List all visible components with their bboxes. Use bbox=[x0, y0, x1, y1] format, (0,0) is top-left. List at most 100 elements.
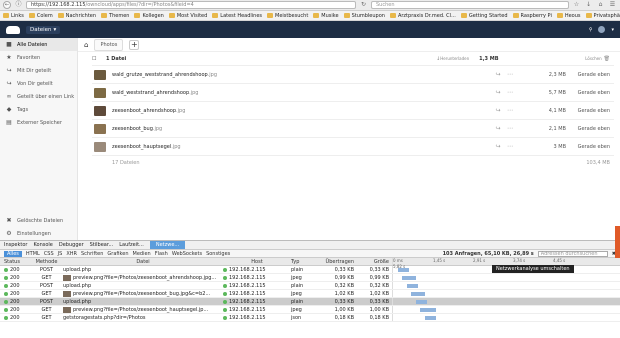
owncloud-logo[interactable] bbox=[6, 25, 20, 34]
share-icon[interactable]: ↪ bbox=[492, 89, 504, 96]
filter-button[interactable]: Flash bbox=[155, 251, 168, 257]
reload-icon[interactable]: ↻ bbox=[359, 1, 368, 9]
file-row[interactable]: zeesenboot_hauptsegel.jpg ↪ ⋯ 3 MB Gerade eb… bbox=[92, 138, 614, 156]
delete-selected-button[interactable]: Löschen bbox=[585, 56, 601, 61]
bookmark-item[interactable]: Themen bbox=[101, 13, 129, 19]
back-icon[interactable]: ← bbox=[3, 1, 11, 9]
select-all-checkbox[interactable]: ☐ bbox=[92, 56, 106, 62]
bookmark-item[interactable]: Meistbesucht bbox=[267, 13, 308, 19]
file-row[interactable]: zeesenboot_bug.jpg ↪ ⋯ 2,1 MB Gerade eben bbox=[92, 120, 614, 138]
devtools-tab[interactable]: Laufzeit... bbox=[119, 242, 144, 248]
bookmark-item[interactable]: Privatsphäre bbox=[585, 13, 620, 19]
col-method[interactable]: Methode bbox=[30, 259, 63, 265]
file-row[interactable]: wald_grutze_weststrand_ahrendshoop.jpg ↪ ⋯… bbox=[92, 66, 614, 84]
nav-item[interactable]: ⚙ Einstellungen bbox=[0, 227, 77, 240]
file-row[interactable]: wald_weststrand_ahrendshoop.jpg ↪ ⋯ 5,7 MB G… bbox=[92, 84, 614, 102]
devtools-tab[interactable]: Konsole bbox=[33, 242, 52, 248]
trash-icon[interactable]: 🗑 bbox=[604, 56, 614, 62]
network-row[interactable]: 200 GET getstoragestats.php?dir=/Photos 192… bbox=[0, 314, 620, 322]
file-name[interactable]: wald_weststrand_ahrendshoop.jpg bbox=[112, 90, 492, 96]
more-icon[interactable]: ⋯ bbox=[504, 71, 516, 78]
home-icon[interactable]: ⌂ bbox=[596, 1, 605, 9]
share-icon[interactable]: ↪ bbox=[492, 143, 504, 150]
search-input[interactable]: Suchen bbox=[371, 1, 569, 9]
bookmark-item[interactable]: Raspberry Pi bbox=[512, 13, 552, 19]
nav-item[interactable]: ∞ Geteilt über einen Link bbox=[0, 90, 77, 103]
nav-item[interactable]: ↪ Mit Dir geteilt bbox=[0, 64, 77, 77]
file-row[interactable]: zeesenboot_ahrendshoop.jpg ↪ ⋯ 4,1 MB Gerade… bbox=[92, 102, 614, 120]
add-button[interactable]: + bbox=[129, 39, 140, 50]
request-status: 200 bbox=[0, 291, 30, 297]
filter-button[interactable]: Grafiken bbox=[107, 251, 128, 257]
filter-button[interactable]: Schriften bbox=[81, 251, 103, 257]
nav-item[interactable]: ✖ Gelöschte Dateien bbox=[0, 214, 77, 227]
avatar[interactable] bbox=[598, 26, 606, 33]
file-basename: wald_weststrand_ahrendshoop bbox=[112, 89, 190, 96]
bookmark-item[interactable]: Stumbleupon bbox=[343, 13, 385, 19]
app-menu[interactable]: Dateien ▾ bbox=[26, 25, 61, 34]
filter-button[interactable]: JS bbox=[58, 251, 63, 257]
bookmark-star-icon[interactable]: ☆ bbox=[572, 1, 581, 9]
lock-icon[interactable]: ⓘ bbox=[14, 1, 23, 9]
col-status[interactable]: Status bbox=[0, 259, 30, 265]
col-type[interactable]: Typ bbox=[291, 259, 317, 265]
nav-item[interactable]: ◆ Tags bbox=[0, 103, 77, 116]
bookmark-item[interactable]: Arztpraxis Dr.med. Cl... bbox=[389, 13, 456, 19]
devtools-tab[interactable]: Debugger bbox=[59, 242, 84, 248]
bookmark-item[interactable]: Kollegen bbox=[134, 13, 164, 19]
breadcrumb[interactable]: Photos bbox=[94, 38, 124, 51]
bookmark-item[interactable]: Links bbox=[3, 13, 24, 19]
filter-button[interactable]: Medien bbox=[133, 251, 151, 257]
downloads-icon[interactable]: ↓ bbox=[584, 1, 593, 9]
download-selected-button[interactable]: Herunterladen bbox=[440, 56, 469, 61]
bookmark-item[interactable]: Most Visited bbox=[168, 13, 207, 19]
more-icon[interactable]: ⋯ bbox=[504, 89, 516, 96]
col-domain[interactable]: Host bbox=[223, 259, 291, 265]
devtools-tab[interactable]: Netzwe... bbox=[149, 241, 186, 249]
share-icon[interactable]: ↪ bbox=[492, 125, 504, 132]
file-name[interactable]: zeesenboot_hauptsegel.jpg bbox=[112, 144, 492, 150]
request-size: 0,18 KB bbox=[369, 314, 389, 321]
url-bar[interactable]: https://192.168.2.115/owncloud/apps/file… bbox=[26, 1, 356, 9]
menu-icon[interactable]: ☰ bbox=[608, 1, 617, 9]
nav-item[interactable]: ↪ Von Dir geteilt bbox=[0, 77, 77, 90]
bookmark-item[interactable]: Getting Started bbox=[460, 13, 508, 19]
filter-button[interactable]: Alles bbox=[4, 250, 22, 257]
file-thumbnail bbox=[94, 141, 106, 152]
nav-item[interactable]: ■ Alle Dateien bbox=[0, 38, 77, 51]
filter-button[interactable]: XHR bbox=[66, 251, 77, 257]
file-name[interactable]: wald_grutze_weststrand_ahrendshoop.jpg bbox=[112, 72, 492, 78]
col-file[interactable]: Datei bbox=[63, 259, 223, 265]
user-chevron-icon[interactable]: ▾ bbox=[611, 27, 614, 33]
search-icon[interactable]: ⚲ bbox=[589, 27, 593, 33]
network-row[interactable]: 200 POST upload.php 192.168.2.115 plain 0,32 … bbox=[0, 282, 620, 290]
filter-button[interactable]: Sonstiges bbox=[206, 251, 230, 257]
devtools-tab[interactable]: Stilbear... bbox=[90, 242, 114, 248]
file-name[interactable]: zeesenboot_ahrendshoop.jpg bbox=[112, 108, 492, 114]
more-icon[interactable]: ⋯ bbox=[504, 107, 516, 114]
network-row[interactable]: 200 GET preview.png?file=/Photos/zeesenboo… bbox=[0, 274, 620, 282]
network-row[interactable]: 200 GET preview.png?file=/Photos/zeesenboo… bbox=[0, 290, 620, 298]
filter-button[interactable]: WebSockets bbox=[172, 251, 202, 257]
file-name[interactable]: zeesenboot_bug.jpg bbox=[112, 126, 492, 132]
share-icon[interactable]: ↪ bbox=[492, 71, 504, 78]
nav-item[interactable]: ★ Favoriten bbox=[0, 51, 77, 64]
col-size[interactable]: Größe bbox=[354, 259, 392, 265]
devtools-tab[interactable]: Inspektor bbox=[4, 242, 27, 248]
bookmark-item[interactable]: Colem bbox=[28, 13, 53, 19]
bookmark-item[interactable]: Heous bbox=[556, 13, 581, 19]
more-icon[interactable]: ⋯ bbox=[504, 125, 516, 132]
more-icon[interactable]: ⋯ bbox=[504, 143, 516, 150]
filter-button[interactable]: HTML bbox=[26, 251, 40, 257]
network-row[interactable]: 200 POST upload.php 192.168.2.115 plain 0,33 … bbox=[0, 298, 620, 306]
bookmark-item[interactable]: Latest Headlines bbox=[212, 13, 262, 19]
col-transferred[interactable]: Übertragen bbox=[317, 259, 354, 265]
nav-item[interactable]: ▤ Externer Speicher bbox=[0, 116, 77, 129]
filter-button[interactable]: CSS bbox=[44, 251, 54, 257]
bookmark-item[interactable]: Nachrichten bbox=[57, 13, 96, 19]
bookmark-item[interactable]: Musike bbox=[313, 13, 339, 19]
network-row[interactable]: 200 GET preview.png?file=/Photos/zeesenboo… bbox=[0, 306, 620, 314]
share-icon[interactable]: ↪ bbox=[492, 107, 504, 114]
home-breadcrumb-icon[interactable]: ⌂ bbox=[84, 41, 88, 49]
url-filter-input[interactable]: Adressen durchsuchen bbox=[537, 250, 608, 257]
